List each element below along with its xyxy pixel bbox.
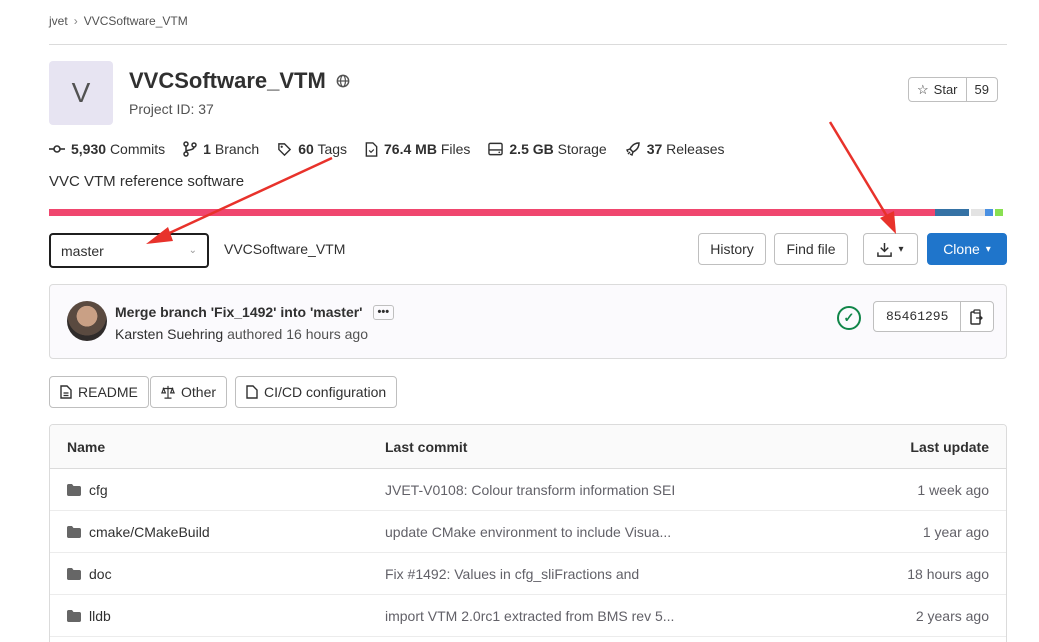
readme-icon (60, 385, 72, 399)
breadcrumb: jvet › VVCSoftware_VTM (49, 14, 188, 28)
download-icon (877, 242, 893, 257)
commit-sha: 85461295 (873, 301, 995, 332)
project-description: VVC VTM reference software (49, 173, 245, 190)
project-title: VVCSoftware_VTM (129, 68, 350, 94)
language-segment (935, 209, 969, 216)
branch-selector[interactable]: master ⌄ (49, 233, 209, 268)
storage-icon (488, 142, 504, 156)
last-commit-panel: Merge branch 'Fix_1492' into 'master' ••… (49, 284, 1007, 359)
download-button[interactable]: ▾ (863, 233, 918, 265)
cicd-config-button[interactable]: CI/CD configuration (235, 376, 398, 408)
column-last-commit: Last commit (385, 438, 468, 455)
chevron-right-icon: › (73, 14, 78, 28)
license-button[interactable]: Other (150, 376, 228, 408)
chevron-down-icon: ▾ (898, 243, 904, 255)
column-name: Name (67, 438, 106, 455)
stat-commits[interactable]: 5,930 Commits (49, 141, 165, 157)
stat-releases[interactable]: 37 Releases (625, 141, 725, 157)
commit-time: 16 hours ago (286, 326, 368, 342)
rocket-icon (625, 142, 640, 156)
annotation-arrow (828, 121, 890, 219)
annotation-arrow (162, 156, 333, 238)
table-header: Name Last commit Last update (50, 425, 1006, 469)
file-name-link[interactable]: doc (89, 566, 112, 582)
update-time: 2 years ago (915, 607, 989, 624)
scale-icon (161, 385, 175, 399)
project-stats: 5,930 Commits 1 Branch 60 Tags 76.4 MB F… (49, 141, 725, 157)
readme-button[interactable]: README (49, 376, 149, 408)
commit-link[interactable]: Fix #1492: Values in cfg_sliFractions an… (368, 566, 818, 582)
commit-link[interactable]: JVET-V0108: Colour transform information… (368, 482, 818, 498)
commit-link[interactable]: import VTM 2.0rc1 extracted from BMS rev… (368, 608, 818, 624)
star-count[interactable]: 59 (967, 78, 997, 101)
file-name-link[interactable]: lldb (89, 608, 111, 624)
file-table: Name Last commit Last update cfg JVET-V0… (49, 424, 1007, 642)
clone-button[interactable]: Clone ▾ (927, 233, 1007, 265)
folder-icon (67, 483, 81, 496)
tag-icon (278, 142, 292, 156)
table-row[interactable]: cmake/CMakeBuild update CMake environmen… (50, 511, 1006, 553)
update-time: 1 year ago (922, 523, 989, 540)
language-segment (995, 209, 1003, 216)
stat-files[interactable]: 76.4 MB Files (365, 141, 470, 157)
breadcrumb-group-link[interactable]: jvet (49, 14, 68, 28)
find-file-button[interactable]: Find file (774, 233, 848, 265)
pipeline-passed-icon[interactable]: ✓ (837, 306, 861, 330)
table-row[interactable]: lldb import VTM 2.0rc1 extracted from BM… (50, 595, 1006, 637)
language-segment (49, 209, 935, 216)
language-segment (985, 209, 993, 216)
folder-icon (67, 525, 81, 538)
commit-message[interactable]: Merge branch 'Fix_1492' into 'master' ••… (115, 304, 395, 320)
commit-link[interactable]: update CMake environment to include Visu… (368, 524, 818, 540)
copy-icon (970, 308, 984, 325)
globe-icon (336, 74, 350, 88)
breadcrumb-project-link[interactable]: VVCSoftware_VTM (84, 14, 188, 28)
history-button[interactable]: History (698, 233, 766, 265)
file-name-link[interactable]: cfg (89, 482, 108, 498)
expand-commit-button[interactable]: ••• (372, 304, 395, 320)
column-last-update: Last update (910, 438, 989, 455)
update-time: 18 hours ago (907, 565, 989, 582)
folder-icon (67, 567, 81, 580)
commit-sha-link[interactable]: 85461295 (874, 302, 962, 331)
avatar[interactable] (67, 301, 107, 341)
chevron-down-icon: ▾ (985, 243, 991, 255)
star-button[interactable]: ☆ Star 59 (908, 77, 998, 102)
repo-path[interactable]: VVCSoftware_VTM (224, 241, 345, 257)
project-avatar: V (49, 61, 113, 125)
commit-author-line: Karsten Suehring authored 16 hours ago (115, 326, 368, 342)
divider (49, 44, 1007, 45)
branch-icon (183, 141, 197, 157)
star-icon: ☆ (917, 81, 929, 97)
commit-author[interactable]: Karsten Suehring (115, 326, 223, 342)
stat-branch[interactable]: 1 Branch (183, 141, 259, 157)
update-time: 1 week ago (917, 481, 989, 498)
copy-sha-button[interactable] (961, 302, 993, 331)
project-id: Project ID: 37 (129, 101, 214, 117)
table-row[interactable]: cfg JVET-V0108: Colour transform informa… (50, 469, 1006, 511)
file-icon (246, 385, 258, 399)
folder-icon (67, 609, 81, 622)
chevron-down-icon: ⌄ (188, 245, 197, 256)
stat-tags[interactable]: 60 Tags (277, 141, 347, 157)
file-icon (365, 141, 378, 157)
language-bar[interactable] (49, 209, 1007, 216)
file-name-link[interactable]: cmake/CMakeBuild (89, 524, 210, 540)
language-segment (971, 209, 985, 216)
stat-storage[interactable]: 2.5 GB Storage (488, 141, 607, 157)
table-row[interactable]: doc Fix #1492: Values in cfg_sliFraction… (50, 553, 1006, 595)
commit-icon (49, 145, 65, 153)
